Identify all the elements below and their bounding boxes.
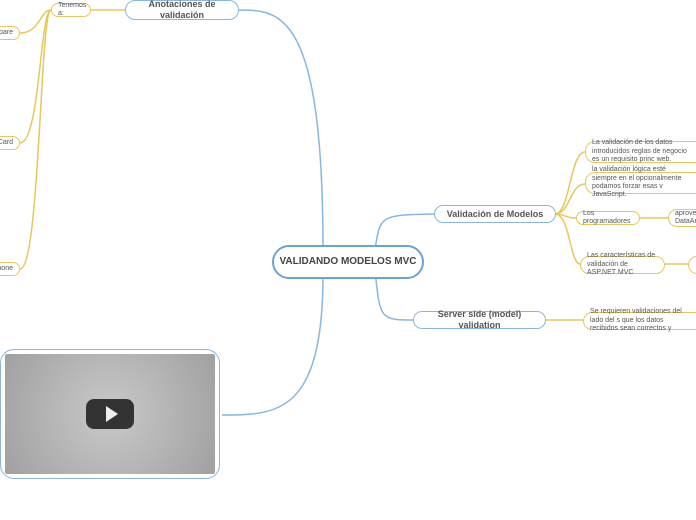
node-valid-note2[interactable]: la validación lógica esté siempre en el … (585, 172, 696, 194)
card-label: itCard (0, 139, 13, 147)
node-programadores[interactable]: Los programadores (576, 211, 640, 225)
programadores-label: Los programadores (583, 210, 633, 227)
root-node[interactable]: VALIDANDO MODELOS MVC (272, 245, 424, 279)
prog-sub-label: aprove DataAn (675, 210, 696, 227)
compare-label: mpare (0, 29, 13, 37)
node-valid-note1[interactable]: La validación de los datos introducidos … (585, 141, 696, 163)
node-phone[interactable]: Phone (0, 262, 20, 276)
play-button[interactable] (86, 399, 134, 429)
valid-note1-label: La validación de los datos introducidos … (592, 139, 690, 164)
validacion-title: Validación de Modelos (447, 209, 544, 220)
server-note-label: Se requieren validaciones del lado del s… (590, 308, 690, 333)
anotaciones-title: Anotaciones de validación (136, 0, 228, 21)
branch-anotaciones[interactable]: Anotaciones de validación (125, 0, 239, 20)
play-icon (106, 406, 118, 422)
node-server-note[interactable]: Se requieren validaciones del lado del s… (583, 312, 696, 330)
video-thumbnail (5, 354, 215, 474)
valid-note4-label: Las características de validación de ASP… (587, 252, 658, 277)
branch-validacion[interactable]: Validación de Modelos (434, 205, 556, 223)
branch-server[interactable]: Server side (model) validation (413, 311, 546, 329)
node-prog-sub[interactable]: aprove DataAn (668, 209, 696, 227)
node-tenemos[interactable]: Tenemos a: (51, 3, 91, 17)
root-title: VALIDANDO MODELOS MVC (279, 256, 416, 268)
node-card[interactable]: itCard (0, 136, 20, 150)
server-title: Server side (model) validation (424, 309, 535, 331)
node-valid-note4-child[interactable] (688, 256, 696, 274)
video-node[interactable] (0, 349, 220, 479)
node-valid-note4[interactable]: Las características de validación de ASP… (580, 256, 665, 274)
tenemos-label: Tenemos a: (58, 2, 86, 19)
valid-note2-label: la validación lógica esté siempre en el … (592, 166, 690, 200)
node-compare[interactable]: mpare (0, 26, 20, 40)
phone-label: Phone (0, 265, 13, 273)
